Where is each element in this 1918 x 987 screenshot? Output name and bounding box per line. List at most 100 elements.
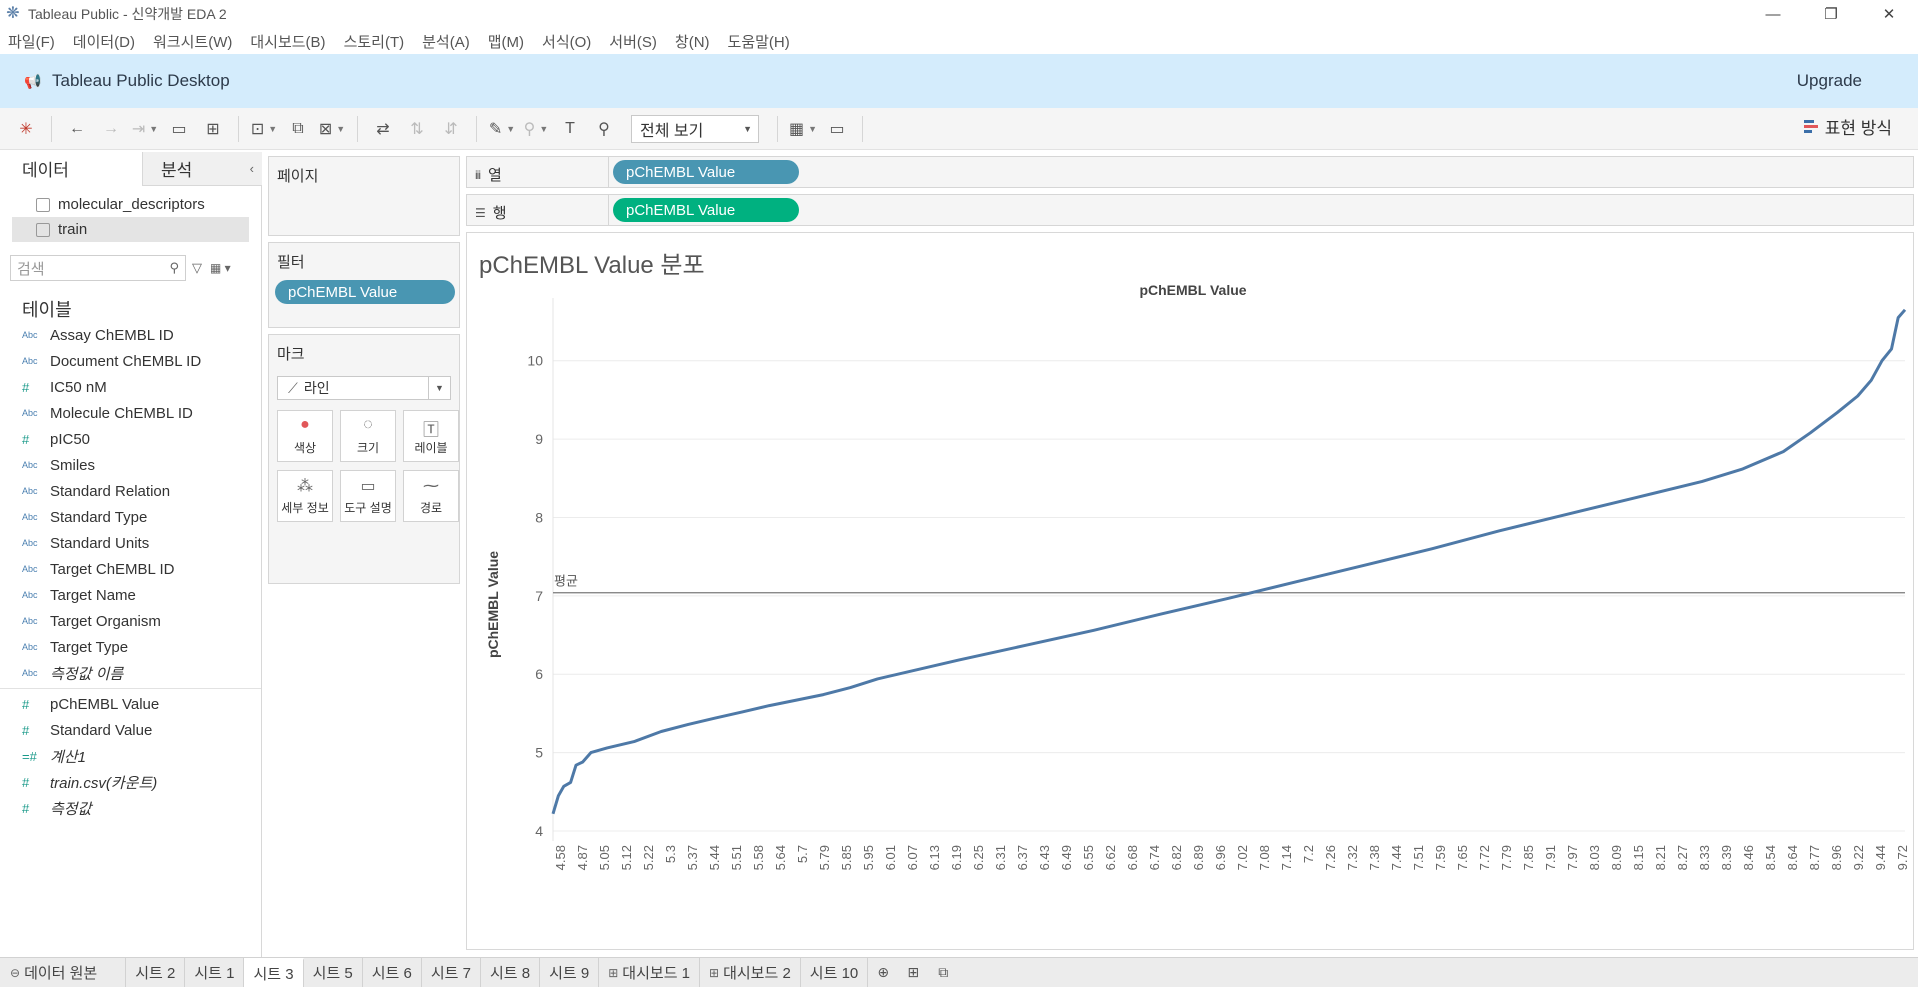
tooltip-button[interactable]: ▭ 도구 설명: [340, 470, 396, 522]
field-item[interactable]: Abc Document ChEMBL ID: [0, 348, 261, 374]
highlight-icon[interactable]: ✎ ▼: [488, 114, 516, 144]
field-item[interactable]: Abc Molecule ChEMBL ID: [0, 400, 261, 426]
x-tick-label: 6.25: [971, 845, 986, 870]
collapse-pane-icon[interactable]: ‹: [250, 161, 254, 176]
menu-worksheet[interactable]: 워크시트(W): [144, 31, 241, 52]
menu-map[interactable]: 맵(M): [479, 31, 533, 52]
tableau-icon[interactable]: ✳: [12, 114, 40, 144]
field-item[interactable]: Abc Target Organism: [0, 608, 261, 634]
detail-button[interactable]: ⁂ 세부 정보: [277, 470, 333, 522]
redo-icon[interactable]: →: [97, 114, 125, 144]
sort-descending-icon[interactable]: ⇵: [437, 114, 465, 144]
field-item[interactable]: Abc Standard Units: [0, 530, 261, 556]
field-item[interactable]: # 측정값: [0, 795, 261, 821]
swap-rows-columns-icon[interactable]: ⇄: [369, 114, 397, 144]
color-button[interactable]: ● 색상: [277, 410, 333, 462]
sheet-tab[interactable]: 시트 10: [801, 957, 869, 987]
menu-story[interactable]: 스토리(T): [335, 31, 414, 52]
x-tick-label: 5.64: [773, 845, 788, 870]
sheet-tab[interactable]: 시트 9: [540, 957, 600, 987]
new-dashboard-icon[interactable]: ⊞: [898, 958, 928, 987]
show-me-button[interactable]: 표현 방식: [1803, 114, 1892, 139]
filter-icon[interactable]: ▽: [192, 260, 202, 276]
fix-axes-icon[interactable]: ⚲: [590, 114, 618, 144]
field-item[interactable]: # Standard Value: [0, 717, 261, 743]
group-members-icon[interactable]: ⚲ ▼: [522, 114, 550, 144]
field-search-input[interactable]: 검색 ⚲: [10, 255, 186, 281]
field-item[interactable]: Abc Standard Type: [0, 504, 261, 530]
menu-dashboard[interactable]: 대시보드(B): [241, 31, 334, 52]
tab-analysis-label: 분석: [161, 161, 193, 180]
datasource-item[interactable]: molecular_descriptors: [12, 192, 249, 217]
sheet-tab[interactable]: 시트 2: [126, 957, 186, 987]
sort-ascending-icon[interactable]: ⇅: [403, 114, 431, 144]
datasource-item[interactable]: train: [12, 217, 249, 242]
sheet-tab[interactable]: 시트 6: [363, 957, 422, 987]
close-button[interactable]: ✕: [1860, 0, 1918, 28]
new-story-icon[interactable]: ⧉: [928, 958, 958, 987]
field-item[interactable]: Abc Assay ChEMBL ID: [0, 322, 261, 348]
menu-file[interactable]: 파일(F): [0, 31, 64, 52]
columns-shelf[interactable]: iii 열 pChEMBL Value: [466, 156, 1914, 188]
rows-pill[interactable]: pChEMBL Value: [613, 198, 799, 222]
sheet-tab[interactable]: 시트 1: [185, 957, 245, 987]
replay-icon[interactable]: ⇥ ▼: [131, 114, 159, 144]
menu-data[interactable]: 데이터(D): [64, 31, 144, 52]
show-mark-labels-icon[interactable]: T: [556, 114, 584, 144]
minimize-button[interactable]: —: [1744, 0, 1802, 28]
field-item[interactable]: Abc Target ChEMBL ID: [0, 556, 261, 582]
menu-format[interactable]: 서식(O): [533, 31, 600, 52]
new-worksheet-icon[interactable]: ⊕: [868, 958, 898, 987]
undo-icon[interactable]: ←: [63, 114, 91, 144]
menu-server[interactable]: 서버(S): [600, 31, 666, 52]
show-cards-icon[interactable]: ▦ ▼: [789, 114, 817, 144]
filters-card[interactable]: 필터 pChEMBL Value: [268, 242, 460, 328]
rows-shelf[interactable]: ☰ 행 pChEMBL Value: [466, 194, 1914, 226]
fit-view-value: 전체 보기: [640, 122, 704, 140]
datasource-tab[interactable]: ⊖ 데이터 원본: [0, 957, 127, 987]
menu-help[interactable]: 도움말(H): [719, 31, 799, 52]
tab-data[interactable]: 데이터: [0, 152, 142, 186]
sheet-tab[interactable]: 시트 5: [304, 957, 363, 987]
label-button[interactable]: 🅃 레이블: [403, 410, 459, 462]
view-options-icon[interactable]: ▦ ▾: [210, 261, 231, 275]
dashboard-tab[interactable]: ⊞ 대시보드 2: [700, 957, 801, 987]
save-icon[interactable]: ▭: [165, 114, 193, 144]
field-item[interactable]: Abc Target Name: [0, 582, 261, 608]
upgrade-link[interactable]: Upgrade: [1797, 71, 1862, 91]
field-item[interactable]: Abc Target Type: [0, 634, 261, 660]
sheet-tab[interactable]: 시트 7: [422, 957, 481, 987]
worksheet-view[interactable]: pChEMBL Value 분포 pChEMBL Value 4 5 6 7 8 9 10 pC…: [466, 232, 1914, 950]
field-item[interactable]: Abc Smiles: [0, 452, 261, 478]
field-item[interactable]: Abc Standard Relation: [0, 478, 261, 504]
field-item[interactable]: # pIC50: [0, 426, 261, 452]
new-datasource-icon[interactable]: ⊞: [199, 114, 227, 144]
sheet-tab[interactable]: 시트 8: [481, 957, 541, 987]
field-item[interactable]: # pChEMBL Value: [0, 691, 261, 717]
duplicate-sheet-icon[interactable]: ⧉: [284, 114, 312, 144]
fit-view-select[interactable]: 전체 보기 ▼: [631, 114, 759, 143]
path-button[interactable]: ⁓ 경로: [403, 470, 459, 522]
mark-type-select[interactable]: ⟋ 라인 ▼: [277, 376, 451, 400]
field-item[interactable]: # IC50 nM: [0, 374, 261, 400]
field-item[interactable]: # train.csv(카운트): [0, 769, 261, 795]
restore-button[interactable]: ❐: [1802, 0, 1860, 28]
tab-label: 시트 6: [371, 965, 412, 982]
field-label: pIC50: [50, 430, 91, 448]
clear-sheet-icon[interactable]: ⊠ ▼: [318, 114, 346, 144]
pages-card[interactable]: 페이지: [268, 156, 460, 236]
dashboard-tab[interactable]: ⊞ 대시보드 1: [599, 957, 701, 987]
size-button[interactable]: ◌ 크기: [340, 410, 396, 462]
menu-window[interactable]: 창(N): [666, 31, 719, 52]
filter-pill[interactable]: pChEMBL Value: [275, 280, 455, 304]
sheet-tab[interactable]: 시트 3: [244, 957, 304, 987]
presentation-mode-icon[interactable]: ▭: [823, 114, 851, 144]
field-item[interactable]: =# 계산1: [0, 743, 261, 769]
tab-analysis[interactable]: 분석 ‹: [142, 152, 262, 186]
new-worksheet-icon[interactable]: ⊡ ▼: [250, 114, 278, 144]
dimension-list: Abc Assay ChEMBL ID Abc Document ChEMBL ID #…: [0, 322, 261, 686]
menu-analysis[interactable]: 분석(A): [413, 31, 479, 52]
field-item[interactable]: Abc 측정값 이름: [0, 660, 261, 686]
columns-pill[interactable]: pChEMBL Value: [613, 160, 799, 184]
x-tick-label: 7.91: [1543, 845, 1558, 870]
